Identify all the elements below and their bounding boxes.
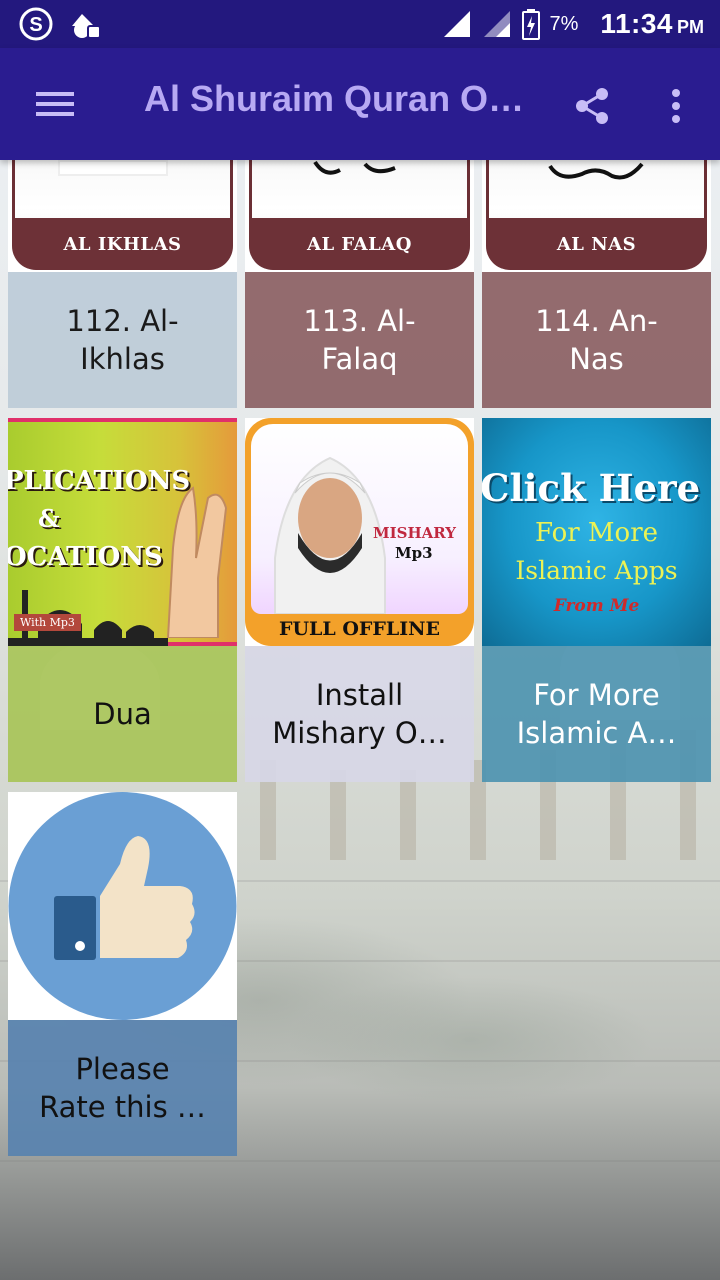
surah-image-label: AL IKHLAS [12,218,233,270]
share-icon[interactable] [562,78,622,134]
surah-image-label: AL FALAQ [249,218,470,270]
content-grid: AL IKHLAS 112. Al- Ikhlas AL FALAQ 113. A… [0,160,720,1280]
surah-tile-nas[interactable]: AL NAS 114. An- Nas [482,160,711,408]
mishary-image: MISHARY Mp3 FULL OFFLINE [245,418,474,646]
more-islamic-apps-tile[interactable]: Click Here For More Islamic Apps From Me… [482,418,711,782]
clock-ampm: PM [677,17,704,37]
tile-label: 114. An- Nas [482,272,711,408]
surah-image-falaq: AL FALAQ [245,160,474,272]
lock-notification-icon [68,6,104,42]
dua-tile[interactable]: PLICATIONS & OCATIONS With Mp3 Dua [8,418,237,782]
thumbs-up-icon [8,792,237,1020]
click-here-text: From Me [553,596,640,616]
signal-icon [443,11,470,37]
app-title: Al Shuraim Quran Offline [144,78,534,119]
more-vert-icon[interactable] [650,78,702,134]
tile-label: For More Islamic A… [482,646,711,782]
tile-label: Install Mishary O… [245,646,474,782]
battery-percent: 7% [549,12,579,35]
surah-tile-falaq[interactable]: AL FALAQ 113. Al- Falaq [245,160,474,408]
click-here-text: Islamic Apps [515,556,678,585]
battery-charging-icon [521,9,540,40]
tile-label: Dua [8,646,237,782]
clock-time: 11:34 [600,8,673,39]
click-here-text: Click Here [482,466,701,510]
surah-image-ikhlas: AL IKHLAS [8,160,237,272]
tile-label: Please Rate this … [8,1020,237,1156]
rate-app-tile[interactable]: Please Rate this … [8,792,237,1156]
tile-label: 113. Al- Falaq [245,272,474,408]
surah-tile-ikhlas[interactable]: AL IKHLAS 112. Al- Ikhlas [8,160,237,408]
surah-image-nas: AL NAS [482,160,711,272]
hamburger-menu-icon[interactable] [20,76,92,132]
dua-image-text: & [38,504,60,533]
clock: 11:34 PM [600,8,704,40]
click-here-image: Click Here For More Islamic Apps From Me [482,418,711,646]
with-mp3-badge: With Mp3 [14,614,81,631]
dua-image-text: OCATIONS [8,542,163,572]
app-bar: Al Shuraim Quran Offline [0,48,720,160]
click-here-text: For More [534,518,659,548]
signal-icon-2 [483,11,510,37]
dua-image: PLICATIONS & OCATIONS With Mp3 [8,418,237,646]
tile-label: 112. Al- Ikhlas [8,272,237,408]
status-bar: S 7% 11:34 PM [0,0,720,48]
surah-image-label: AL NAS [486,218,707,270]
mishary-image-text: MISHARY [373,524,456,542]
install-mishary-tile[interactable]: MISHARY Mp3 FULL OFFLINE Install Mishary … [245,418,474,782]
rate-image [8,792,237,1020]
swiftkey-s-icon: S [18,6,54,42]
mishary-image-text: Mp3 [395,544,433,562]
svg-text:S: S [29,14,42,36]
mishary-image-banner: FULL OFFLINE [278,618,441,640]
